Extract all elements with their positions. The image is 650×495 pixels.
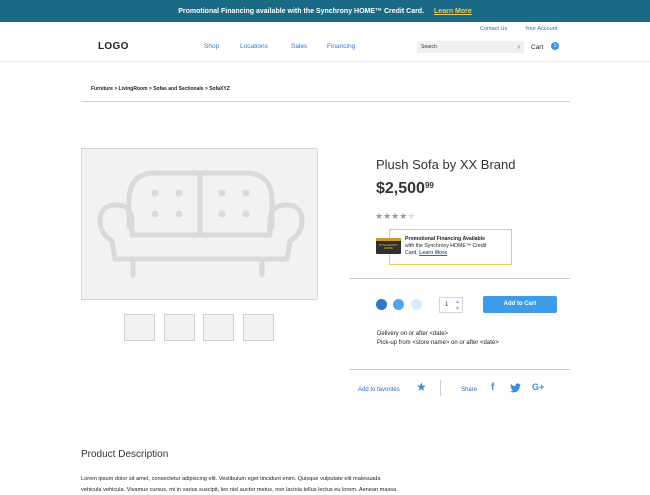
financing-line-1: with the Synchrony HOME™ Credit <box>405 243 487 249</box>
section-divider <box>349 278 570 279</box>
credit-card-label: SYNCHRONY HOME <box>378 243 399 251</box>
rating-stars[interactable]: ★★★★★ <box>375 211 415 222</box>
increment-icon[interactable]: ▲ <box>455 299 460 305</box>
promo-banner: Promotional Financing available with the… <box>0 0 650 22</box>
nav-item-financing[interactable]: Financing <box>327 43 355 50</box>
star-empty-icon: ★ <box>407 211 416 221</box>
add-to-cart-button[interactable]: Add to Cart <box>483 296 557 313</box>
sofa-icon <box>97 170 305 278</box>
chevron-right-icon[interactable]: › <box>517 42 520 52</box>
decrement-icon[interactable]: ▼ <box>455 306 460 312</box>
breadcrumb[interactable]: Furniture > LivingRoom > Sofas and Secti… <box>91 86 230 92</box>
price-dollars: $2,500 <box>376 180 425 197</box>
financing-box: Promotional Financing Available with the… <box>389 229 512 265</box>
facebook-icon[interactable]: f <box>491 382 494 393</box>
search-bar: › <box>417 41 524 53</box>
quantity-stepper[interactable]: 1 ▲ ▼ <box>439 297 463 313</box>
breadcrumb-divider <box>81 101 570 102</box>
price-cents: 99 <box>424 181 434 190</box>
nav-item-locations[interactable]: Locations <box>240 43 268 50</box>
nav-item-sales[interactable]: Sales <box>291 43 307 50</box>
star-icon[interactable]: ★ <box>416 380 427 394</box>
card-stripe <box>376 238 401 241</box>
add-to-favorites-link[interactable]: Add to favorites <box>358 387 400 393</box>
product-main-image[interactable] <box>81 148 318 300</box>
product-description-title: Product Description <box>81 449 169 460</box>
thumbnail-2[interactable] <box>164 314 195 341</box>
swatch-light-blue[interactable] <box>411 299 422 310</box>
vertical-divider <box>440 380 441 396</box>
thumbnail-4[interactable] <box>243 314 274 341</box>
star-icon: ★ <box>375 211 384 221</box>
section-divider <box>349 369 570 370</box>
search-input[interactable] <box>421 41 511 53</box>
cart-link[interactable]: Cart <box>531 44 543 51</box>
financing-line-2: Card. Learn More <box>405 250 511 257</box>
swatch-dark-blue[interactable] <box>376 299 387 310</box>
google-plus-icon[interactable]: G+ <box>532 382 544 392</box>
header-divider <box>0 61 650 62</box>
star-icon: ★ <box>383 211 392 221</box>
twitter-icon[interactable] <box>510 383 521 395</box>
swatch-medium-blue[interactable] <box>393 299 404 310</box>
contact-us-link[interactable]: Contact Us <box>480 26 507 32</box>
thumbnail-3[interactable] <box>203 314 234 341</box>
financing-heading: Promotional Financing Available <box>405 236 486 242</box>
financing-card-text: Card. <box>405 250 418 256</box>
delivery-date: Delivery on or after <date> <box>377 331 449 337</box>
your-account-link[interactable]: Your Account <box>525 26 557 32</box>
pickup-date: Pick-up from <store name> on or after <d… <box>377 340 499 346</box>
description-line-2: vehicula vehicula. Vivamus cursus, mi in… <box>81 487 397 493</box>
promo-text: Promotional Financing available with the… <box>178 7 425 15</box>
product-description-text: Lorem ipsum dolor sit amet, consectetur … <box>81 474 501 495</box>
delivery-info: Delivery on or after <date> Pick-up from… <box>377 330 499 348</box>
thumbnail-1[interactable] <box>124 314 155 341</box>
promo-learn-more-link[interactable]: Learn More <box>434 8 472 15</box>
nav-item-shop[interactable]: Shop <box>204 43 219 50</box>
product-price: $2,50099 <box>376 180 434 198</box>
credit-card-image: SYNCHRONY HOME <box>376 238 401 254</box>
financing-learn-more-link[interactable]: Learn More <box>419 250 447 256</box>
logo[interactable]: LOGO <box>98 41 129 52</box>
product-title: Plush Sofa by XX Brand <box>376 157 516 172</box>
share-label: Share <box>461 387 478 393</box>
cart-count-badge[interactable]: 1 <box>551 42 559 50</box>
financing-offer: Promotional Financing Available with the… <box>376 229 512 265</box>
description-line-1: Lorem ipsum dolor sit amet, consectetur … <box>81 476 381 482</box>
quantity-value[interactable]: 1 <box>445 302 448 308</box>
